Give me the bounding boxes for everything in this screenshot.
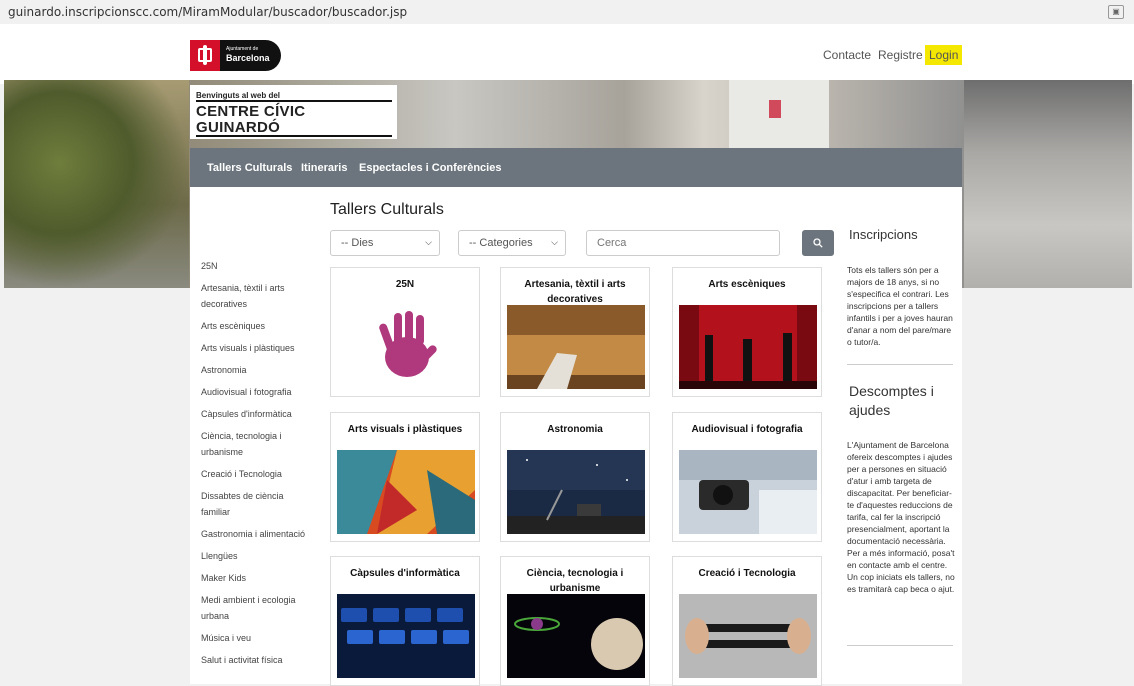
inscripcions-text: Tots els tallers són per a majors de 18 … bbox=[847, 265, 953, 347]
url-text[interactable]: guinardo.inscripcionscc.com/MiramModular… bbox=[8, 5, 407, 19]
browser-url-bar: guinardo.inscripcionscc.com/MiramModular… bbox=[0, 0, 1134, 24]
centre-name-line2: GUINARDÓ bbox=[196, 119, 281, 136]
ajuntament-barcelona-logo[interactable]: Ajuntament de Barcelona bbox=[190, 40, 281, 71]
category-link-gastronomia[interactable]: Gastronomia i alimentació bbox=[201, 526, 311, 542]
descomptes-text: L'Ajuntament de Barcelona ofereix descom… bbox=[847, 440, 955, 594]
welcome-text: Benvinguts al web del bbox=[196, 91, 281, 100]
category-link-capsules[interactable]: Càpsules d'informàtica bbox=[201, 406, 311, 422]
category-link-salut[interactable]: Salut i activitat física bbox=[201, 652, 311, 668]
login-button[interactable]: Login bbox=[925, 45, 963, 65]
workshop-card-creacio[interactable]: Creació i Tecnologia bbox=[672, 556, 822, 686]
workshop-card-audiovisual[interactable]: Audiovisual i fotografia bbox=[672, 412, 822, 542]
category-list: 25N Artesania, tèxtil i arts decoratives… bbox=[201, 258, 311, 674]
category-link-medi-ambient[interactable]: Medi ambient i ecologia urbana bbox=[201, 592, 311, 624]
nav-contacte-link[interactable]: Contacte bbox=[823, 48, 871, 62]
chevron-down-icon: ⌵ bbox=[425, 237, 432, 247]
category-link-llengues[interactable]: Llengües bbox=[201, 548, 311, 564]
colorful-abstract-image bbox=[337, 450, 475, 534]
card-title: Audiovisual i fotografia bbox=[691, 424, 803, 435]
chevron-down-icon: ⌵ bbox=[551, 237, 558, 247]
handprint-image bbox=[337, 305, 475, 389]
card-title: Arts escèniques bbox=[708, 279, 786, 290]
category-link-creacio[interactable]: Creació i Tecnologia bbox=[201, 466, 311, 482]
category-link-ciencia[interactable]: Ciència, tecnologia i urbanisme bbox=[201, 428, 311, 460]
card-title: Càpsules d'informàtica bbox=[350, 568, 460, 579]
workshop-card-artesania[interactable]: Artesania, tèxtil i arts decoratives bbox=[500, 267, 650, 397]
card-title: 25N bbox=[395, 279, 415, 290]
menu-itineraris[interactable]: Itineraris bbox=[301, 162, 347, 174]
category-link-audiovisual[interactable]: Audiovisual i fotografia bbox=[201, 384, 311, 400]
category-link-artesania[interactable]: Artesania, tèxtil i arts decoratives bbox=[201, 280, 311, 312]
logo-line1: Ajuntament de bbox=[226, 46, 259, 52]
title-divider bbox=[196, 135, 392, 137]
descomptes-title: Descomptes i ajudes bbox=[849, 383, 934, 418]
sidebar-divider bbox=[847, 364, 953, 365]
category-link-maker-kids[interactable]: Maker Kids bbox=[201, 570, 311, 586]
nav-registre-link[interactable]: Registre bbox=[878, 48, 923, 62]
night-sky-telescope-image bbox=[507, 450, 645, 534]
workshop-card-arts-esceniques[interactable]: Arts escèniques bbox=[672, 267, 822, 397]
category-link-25n[interactable]: 25N bbox=[201, 258, 311, 274]
categories-select[interactable]: -- Categories ⌵ bbox=[458, 230, 566, 256]
category-link-dissabtes[interactable]: Dissabtes de ciència familiar bbox=[201, 488, 311, 520]
centre-name-line1: CENTRE CÍVIC bbox=[196, 103, 306, 120]
workshop-card-arts-visuals[interactable]: Arts visuals i plàstiques bbox=[330, 412, 480, 542]
red-sign-shape bbox=[769, 100, 781, 118]
workshop-card-capsules[interactable]: Càpsules d'informàtica bbox=[330, 556, 480, 686]
stage-dancers-image bbox=[679, 305, 817, 389]
categories-select-value: -- Categories bbox=[469, 237, 533, 249]
camera-laptop-image bbox=[679, 450, 817, 534]
dies-select-value: -- Dies bbox=[341, 237, 374, 249]
search-button[interactable] bbox=[802, 230, 834, 256]
sidebar-divider bbox=[847, 645, 953, 646]
dies-select[interactable]: -- Dies ⌵ bbox=[330, 230, 440, 256]
search-icon bbox=[813, 238, 823, 248]
category-link-astronomia[interactable]: Astronomia bbox=[201, 362, 311, 378]
card-title: Artesania, tèxtil i arts decoratives bbox=[524, 279, 626, 305]
title-divider bbox=[196, 100, 392, 102]
barcelona-shield-icon bbox=[190, 40, 220, 71]
tree-photo-area bbox=[4, 80, 189, 288]
keyboard-image bbox=[337, 594, 475, 678]
workshop-card-astronomia[interactable]: Astronomia bbox=[500, 412, 650, 542]
search-input[interactable] bbox=[586, 230, 780, 256]
reader-mode-icon[interactable]: ▣ bbox=[1108, 5, 1124, 19]
menu-tallers-culturals[interactable]: Tallers Culturals bbox=[207, 162, 292, 174]
card-title: Arts visuals i plàstiques bbox=[347, 424, 463, 435]
card-title: Astronomia bbox=[547, 424, 603, 435]
card-title: Creació i Tecnologia bbox=[698, 568, 796, 579]
card-title: Ciència, tecnologia i urbanisme bbox=[526, 568, 624, 594]
wooden-drawer-image bbox=[507, 305, 645, 389]
page-title: Tallers Culturals bbox=[330, 201, 444, 218]
space-planet-image bbox=[507, 594, 645, 678]
category-link-arts-visuals[interactable]: Arts visuals i plàstiques bbox=[201, 340, 311, 356]
workshop-card-25n[interactable]: 25N bbox=[330, 267, 480, 397]
header-strip bbox=[0, 24, 1134, 84]
category-link-arts-esceniques[interactable]: Arts escèniques bbox=[201, 318, 311, 334]
category-link-musica[interactable]: Música i veu bbox=[201, 630, 311, 646]
workshop-card-ciencia[interactable]: Ciència, tecnologia i urbanisme bbox=[500, 556, 650, 686]
main-menu-bar: Tallers Culturals Itineraris Espectacles… bbox=[190, 148, 962, 187]
logo-line2: Barcelona bbox=[226, 53, 270, 63]
inscripcions-title: Inscripcions bbox=[849, 227, 918, 242]
plaza-photo-area bbox=[964, 80, 1132, 288]
menu-espectacles-conferencies[interactable]: Espectacles i Conferències bbox=[359, 162, 501, 174]
hands-wires-image bbox=[679, 594, 817, 678]
